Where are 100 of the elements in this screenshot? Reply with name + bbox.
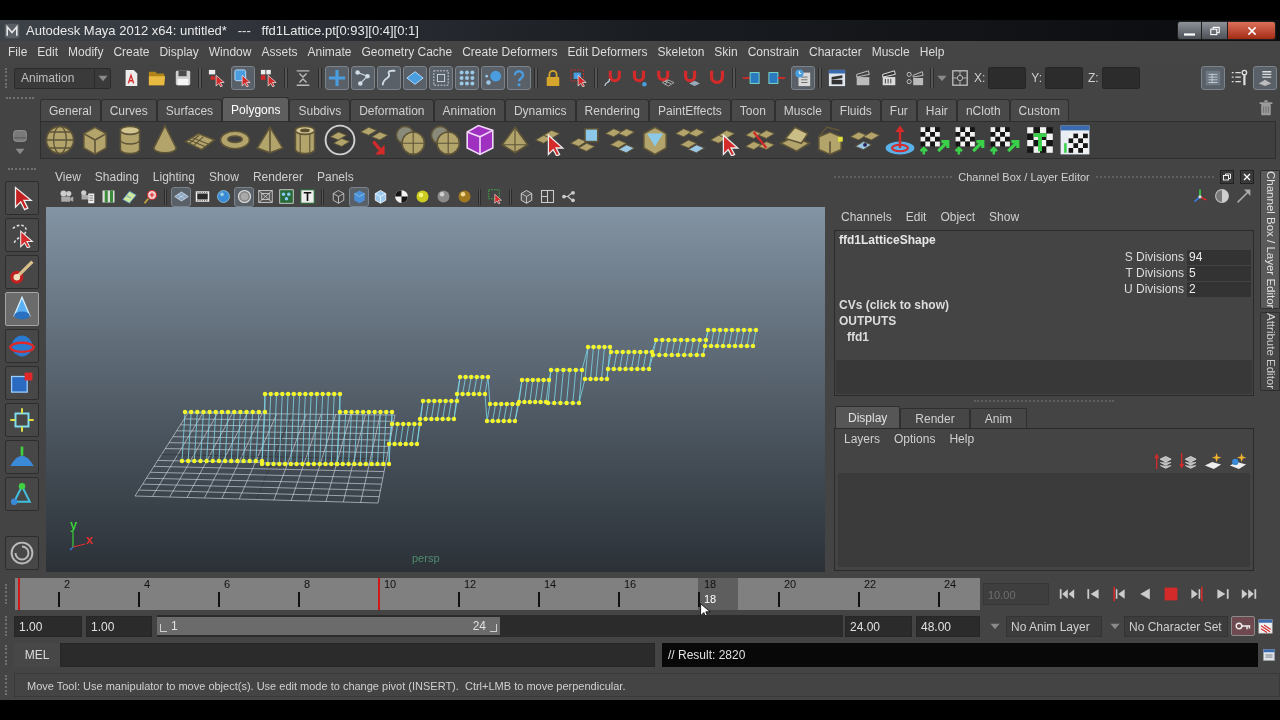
time-slider[interactable]: 2 4 6 8 10 12 14 16 18 18 20 22 24	[15, 578, 980, 610]
layers-arrow-down-icon[interactable]	[1179, 452, 1197, 470]
clapperboard-stripes-icon[interactable]	[880, 69, 898, 87]
dashed-box-cursor-icon[interactable]	[487, 189, 503, 204]
panel-layout-icon[interactable]	[539, 189, 555, 204]
drag-handle[interactable]	[5, 645, 9, 665]
attribute-value-field[interactable]: 5	[1187, 265, 1251, 281]
range-slider-bar[interactable]	[157, 617, 500, 635]
caret-icon[interactable]	[1110, 622, 1120, 630]
minimize-button[interactable]	[1177, 21, 1202, 40]
padlock-icon[interactable]	[544, 69, 562, 87]
drag-handle[interactable]	[5, 584, 9, 604]
menu-item[interactable]: Edit	[37, 42, 59, 61]
checker-arrow-icon[interactable]	[954, 124, 986, 156]
film-strip-icon[interactable]	[194, 189, 210, 204]
shelf-tab[interactable]: Muscle	[774, 99, 831, 121]
menu-item[interactable]: Edit Deformers	[567, 42, 648, 61]
menu-item[interactable]: Window	[208, 42, 252, 61]
two-spheres-icon[interactable]	[429, 124, 461, 156]
component-cursor-icon[interactable]	[260, 69, 278, 87]
half-shaded-circle-icon[interactable]	[1214, 188, 1230, 204]
bookmark-panel-icon[interactable]	[100, 189, 116, 204]
caret-icon[interactable]	[15, 148, 25, 155]
magnet-grid-icon[interactable]	[656, 69, 674, 87]
channel-box-menu[interactable]: Object	[940, 208, 976, 226]
menu-item[interactable]: Muscle	[871, 42, 910, 61]
viewport-menu[interactable]: Show	[208, 168, 239, 186]
output-node[interactable]: ffd1	[835, 329, 1253, 345]
toggle-button[interactable]	[234, 186, 254, 207]
camera-document-icon[interactable]	[79, 189, 95, 204]
channel-box-menu[interactable]: Channels	[841, 208, 892, 226]
magnifier-icon[interactable]	[142, 189, 158, 204]
toggle-button[interactable]	[507, 66, 531, 90]
range-handle[interactable]	[490, 624, 497, 632]
box-arrow-out-icon[interactable]	[768, 69, 786, 87]
viewport-menu[interactable]: Shading	[94, 168, 139, 186]
square-target-icon[interactable]	[951, 69, 969, 87]
auto-key-button[interactable]	[1231, 616, 1255, 636]
toggle-button[interactable]	[231, 66, 255, 90]
shelf-tab[interactable]: Toon	[730, 99, 775, 121]
trash-icon[interactable]	[1258, 100, 1274, 116]
menu-item[interactable]: Animate	[307, 42, 352, 61]
shelf-tab[interactable]: nCloth	[956, 99, 1010, 121]
shelf-tab[interactable]: Rendering	[575, 99, 649, 121]
shelf-tab[interactable]: Hair	[916, 99, 957, 121]
key-step-forward-icon[interactable]	[1189, 586, 1205, 602]
folder-icon[interactable]	[148, 69, 166, 87]
shelf-tab[interactable]: Surfaces	[156, 99, 223, 121]
magnet-curve-icon[interactable]	[604, 69, 622, 87]
t-frame-icon[interactable]	[299, 189, 315, 204]
layers-arrow-up-icon[interactable]	[1154, 452, 1172, 470]
toggle-button[interactable]	[429, 66, 453, 90]
sparkle-layer-icon[interactable]	[1204, 452, 1222, 470]
character-set-dropdown[interactable]: No Character Set	[1124, 615, 1228, 637]
menu-item[interactable]: Skeleton	[657, 42, 705, 61]
checker-arrow-icon[interactable]	[989, 124, 1021, 156]
viewport-menu[interactable]: Lighting	[152, 168, 195, 186]
striped-window-icon[interactable]	[1258, 618, 1273, 634]
hierarchy-cursor-icon[interactable]	[208, 69, 226, 87]
dashed-box-cursor-icon[interactable]	[570, 69, 588, 87]
close-button[interactable]	[1228, 21, 1276, 40]
side-tab[interactable]: Attribute Editor	[1260, 312, 1280, 391]
coordinate-field[interactable]	[1101, 67, 1140, 89]
layer-editor-menu[interactable]: Help	[949, 430, 975, 448]
toggle-button[interactable]	[791, 66, 815, 90]
toggle-button[interactable]	[1253, 66, 1277, 90]
shelf-tab[interactable]: Dynamics	[504, 99, 576, 121]
cube-outline-icon[interactable]	[518, 189, 534, 204]
wire-cube-icon[interactable]	[330, 189, 346, 204]
shaded-sphere-icon[interactable]	[435, 189, 451, 204]
sphere-icon[interactable]	[44, 124, 76, 156]
menu-item[interactable]: Character	[809, 42, 862, 61]
tool-button[interactable]	[5, 255, 39, 289]
skip-to-end-icon[interactable]	[1241, 586, 1257, 602]
shelf-tab[interactable]: General	[40, 99, 101, 121]
attribute-name[interactable]: T Divisions	[1125, 264, 1187, 282]
step-back-icon[interactable]	[1085, 586, 1101, 602]
side-tab[interactable]: Channel Box / Layer Editor	[1260, 170, 1280, 310]
translucent-box-icon[interactable]	[464, 124, 496, 156]
shelf-tab[interactable]: Curves	[100, 99, 157, 121]
start-time-field[interactable]: 1.00	[14, 615, 82, 637]
layer-editor-menu[interactable]: Layers	[844, 430, 881, 448]
drag-handle[interactable]	[5, 616, 9, 636]
shelf-tab[interactable]: Custom	[1009, 99, 1069, 121]
image-plane-icon[interactable]	[121, 189, 137, 204]
render-window-icon[interactable]	[828, 69, 846, 87]
caret-icon[interactable]	[937, 74, 947, 82]
menu-item[interactable]: Constrain	[747, 42, 799, 61]
translucent-cube-icon[interactable]	[372, 189, 388, 204]
layer-editor-tab[interactable]: Anim	[969, 408, 1028, 428]
list-wrench-icon[interactable]	[1230, 69, 1248, 87]
toggle-button[interactable]	[1201, 66, 1225, 90]
attribute-name[interactable]: U Divisions	[1124, 280, 1187, 298]
close-button[interactable]	[1240, 170, 1254, 184]
toggle-button[interactable]	[351, 66, 375, 90]
diagonal-arrow-icon[interactable]	[1236, 188, 1252, 204]
layer-editor-tab[interactable]: Display	[835, 406, 901, 428]
tool-button[interactable]	[5, 403, 39, 437]
drag-handle[interactable]	[5, 68, 9, 88]
coordinate-field[interactable]	[988, 67, 1027, 89]
